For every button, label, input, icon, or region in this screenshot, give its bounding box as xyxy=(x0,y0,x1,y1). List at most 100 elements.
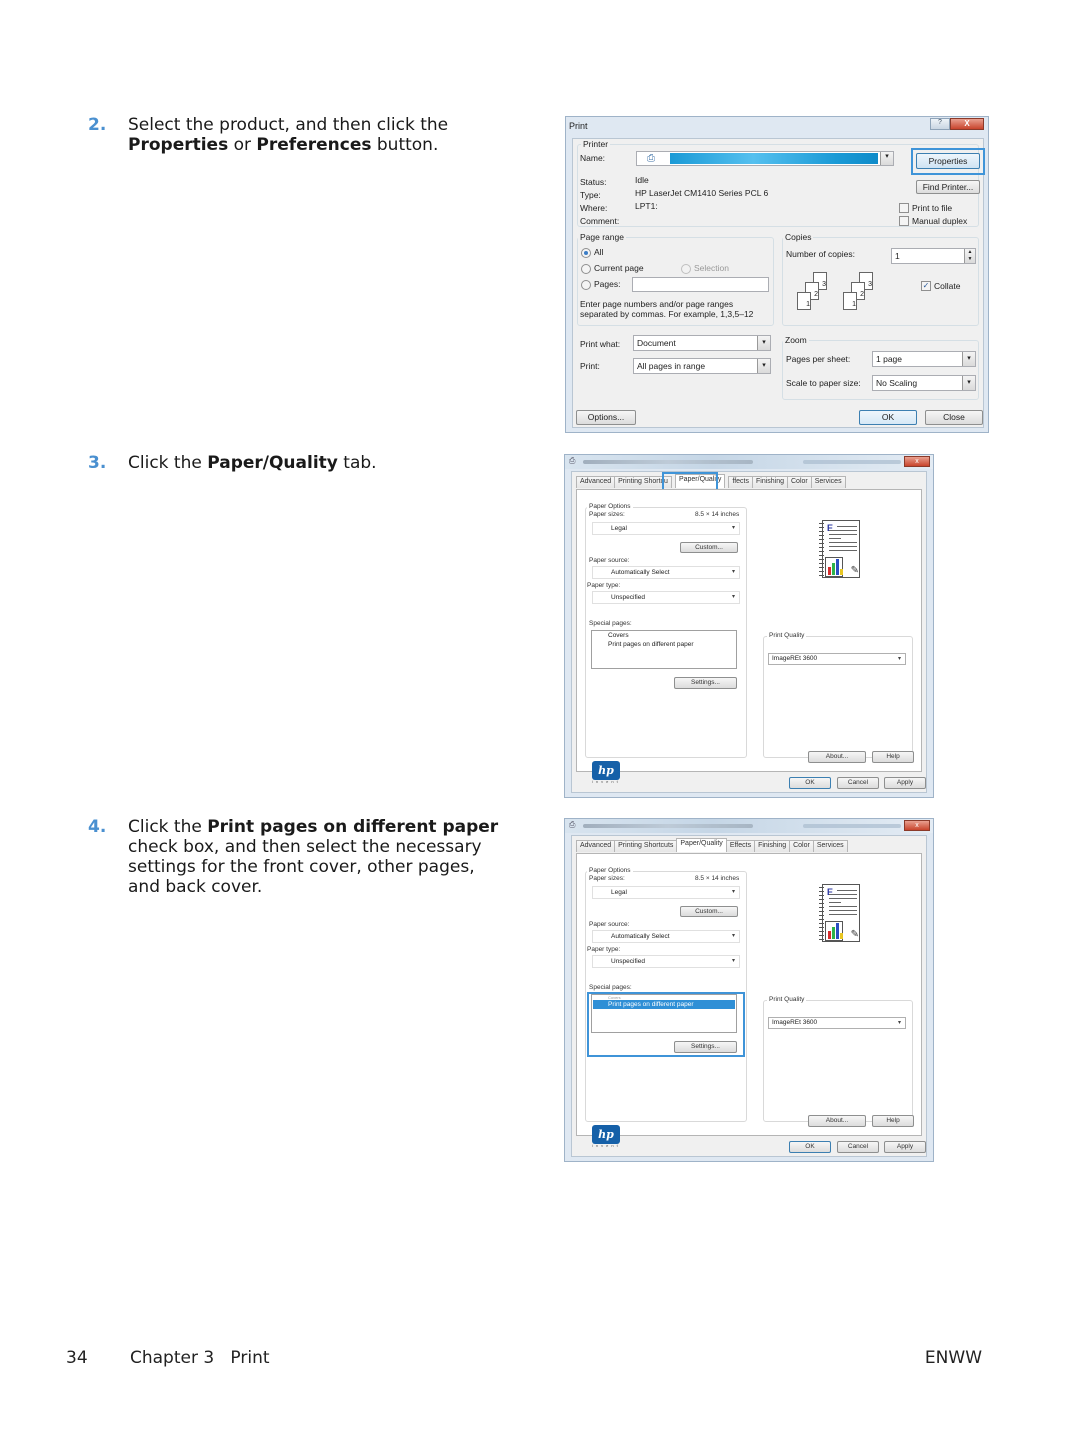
print-quality-select[interactable]: ImageREt 3600 ▾ xyxy=(768,1017,906,1029)
scale-select[interactable]: No Scaling ▾ xyxy=(872,375,976,391)
printer-properties-dialog-special-pages: ⎙ x Advanced Printing Shortcuts Paper/Qu… xyxy=(564,818,934,1162)
options-button[interactable]: Options... xyxy=(576,410,636,425)
tab-finishing[interactable]: Finishing xyxy=(754,840,791,852)
chevron-down-icon[interactable]: ▾ xyxy=(757,359,770,373)
number-of-copies-label: Number of copies: xyxy=(786,249,855,259)
paper-options-label: Paper Options xyxy=(587,867,633,874)
paper-source-label: Paper source: xyxy=(589,557,630,564)
page-preview-icon: E ✎ xyxy=(819,520,860,578)
tab-effects[interactable]: Effects xyxy=(725,840,756,852)
tab-effects[interactable]: ffects xyxy=(728,476,753,488)
paper-source-select[interactable]: Automatically Select ▾ xyxy=(592,566,740,579)
print-what-select[interactable]: Document ▾ xyxy=(633,335,771,351)
collate-checkbox[interactable]: ✓ xyxy=(921,281,931,291)
ok-button[interactable]: OK xyxy=(859,410,917,425)
help-button[interactable]: ? xyxy=(930,118,950,130)
apply-button[interactable]: Apply xyxy=(884,1141,926,1153)
manual-duplex-checkbox[interactable] xyxy=(899,216,909,226)
chapter-title: Chapter 3 Print xyxy=(130,1348,270,1368)
paper-source-select[interactable]: Automatically Select ▾ xyxy=(592,930,740,943)
pages-radio[interactable] xyxy=(581,280,591,290)
selection-label: Selection xyxy=(694,263,729,273)
close-dialog-button[interactable]: Close xyxy=(925,410,983,425)
dialog-body: Printer Name: ⎙ ▾ Properties Status: Idl… xyxy=(572,138,985,428)
name-label: Name: xyxy=(580,153,606,163)
paper-size-select[interactable]: Legal ▾ xyxy=(592,886,740,899)
custom-button[interactable]: Custom... xyxy=(680,906,738,917)
custom-button[interactable]: Custom... xyxy=(680,542,738,553)
pages-input[interactable] xyxy=(632,277,769,292)
tab-advanced[interactable]: Advanced xyxy=(576,476,616,488)
chevron-down-icon: ▾ xyxy=(731,569,735,575)
print-dialog: Print ? X Printer Name: ⎙ ▾ Properties S… xyxy=(565,116,989,433)
properties-button[interactable]: Properties xyxy=(916,153,980,169)
tab-services[interactable]: Services xyxy=(810,476,846,488)
about-button[interactable]: About... xyxy=(808,1115,866,1127)
help-button[interactable]: Help xyxy=(872,1115,914,1127)
print-value: All pages in range xyxy=(637,361,706,371)
copies-input[interactable]: 1 ▲ ▼ xyxy=(891,248,976,264)
where-label: Where: xyxy=(580,203,608,213)
paper-type-select[interactable]: Unspecified ▾ xyxy=(592,591,740,604)
tab-paper-quality[interactable]: Paper/Quality xyxy=(676,838,727,852)
printer-name-value xyxy=(670,153,878,164)
tab-advanced[interactable]: Advanced xyxy=(576,840,616,852)
find-printer-button[interactable]: Find Printer... xyxy=(916,180,980,194)
chevron-down-icon[interactable]: ▾ xyxy=(880,152,893,165)
about-button[interactable]: About... xyxy=(808,751,866,763)
where-value: LPT1: xyxy=(635,201,658,211)
page-range-label: Page range xyxy=(578,232,626,242)
cancel-button[interactable]: Cancel xyxy=(837,777,879,789)
print-select[interactable]: All pages in range ▾ xyxy=(633,358,771,374)
chevron-down-icon[interactable]: ▾ xyxy=(962,376,975,390)
paper-type-select[interactable]: Unspecified ▾ xyxy=(592,955,740,968)
type-value: HP LaserJet CM1410 Series PCL 6 xyxy=(635,188,769,198)
print-to-file-checkbox[interactable] xyxy=(899,203,909,213)
paper-quality-panel: Paper Options Paper sizes: 8.5 × 14 inch… xyxy=(576,489,922,780)
ok-button[interactable]: OK xyxy=(789,1141,831,1153)
selection-radio[interactable] xyxy=(681,264,691,274)
zoom-label: Zoom xyxy=(783,335,809,345)
chevron-down-icon: ▾ xyxy=(897,1020,901,1026)
current-page-radio[interactable] xyxy=(581,264,591,274)
paper-size-value: Legal xyxy=(611,889,627,896)
step-2: 2. Select the product, and then click th… xyxy=(88,115,508,155)
chevron-down-icon[interactable]: ▾ xyxy=(962,352,975,366)
blurred-title-2 xyxy=(803,460,901,464)
step-text: Click the Paper/Quality tab. xyxy=(128,453,377,473)
step-3: 3. Click the Paper/Quality tab. xyxy=(88,453,508,473)
current-page-label: Current page xyxy=(594,263,644,273)
chevron-down-icon[interactable]: ▾ xyxy=(757,336,770,350)
tab-color[interactable]: Color xyxy=(789,840,814,852)
help-button[interactable]: Help xyxy=(872,751,914,763)
tab-services[interactable]: Services xyxy=(812,840,848,852)
paper-size-select[interactable]: Legal ▾ xyxy=(592,522,740,535)
paper-sizes-label: Paper sizes: xyxy=(589,875,625,882)
hp-logo: hp xyxy=(592,1125,620,1144)
tab-finishing[interactable]: Finishing xyxy=(751,476,788,488)
apply-button[interactable]: Apply xyxy=(884,777,926,789)
list-item-covers[interactable]: Covers xyxy=(592,631,736,640)
close-button[interactable]: x xyxy=(904,820,930,831)
paper-size-dims: 8.5 × 14 inches xyxy=(695,511,740,518)
tab-printing-shortcuts[interactable]: Printing Shortcuts xyxy=(614,840,678,852)
close-button[interactable]: X xyxy=(950,118,984,130)
tab-color[interactable]: Color xyxy=(787,476,812,488)
special-pages-list[interactable]: Covers Print pages on different paper xyxy=(591,630,737,669)
printer-name-select[interactable]: ⎙ ▾ xyxy=(636,151,894,166)
all-radio[interactable] xyxy=(581,248,591,258)
copies-spinner[interactable]: ▲ ▼ xyxy=(964,249,975,263)
cancel-button[interactable]: Cancel xyxy=(837,1141,879,1153)
copies-value: 1 xyxy=(895,251,900,261)
chevron-down-icon: ▾ xyxy=(731,933,735,939)
settings-button[interactable]: Settings... xyxy=(674,677,737,689)
ok-button[interactable]: OK xyxy=(789,777,831,789)
list-item-print-pages-on-different-paper[interactable]: Print pages on different paper xyxy=(592,640,736,649)
print-quality-label: Print Quality xyxy=(767,632,807,639)
pages-per-sheet-select[interactable]: 1 page ▾ xyxy=(872,351,976,367)
range-hint-line-2: separated by commas. For example, 1,3,5–… xyxy=(580,309,754,319)
special-pages-label: Special pages: xyxy=(589,984,632,991)
print-label: Print: xyxy=(580,361,600,371)
close-button[interactable]: x xyxy=(904,456,930,467)
print-quality-select[interactable]: ImageREt 3600 ▾ xyxy=(768,653,906,665)
